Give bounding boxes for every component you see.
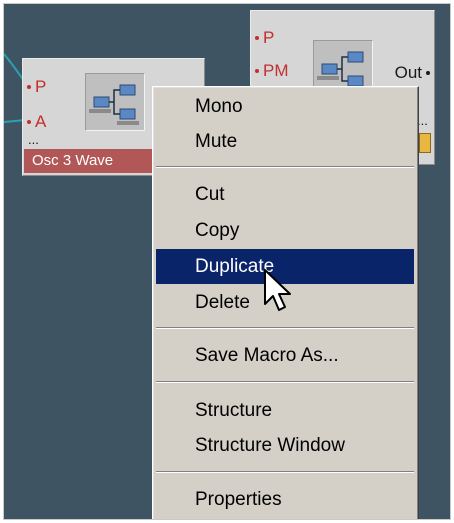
port-label: A xyxy=(35,112,47,131)
menu-separator xyxy=(156,381,414,383)
menu-item-structure-window[interactable]: Structure Window xyxy=(156,428,414,463)
port-label: PM xyxy=(263,61,289,80)
menu-item-structure[interactable]: Structure xyxy=(156,393,414,428)
port-p-right[interactable]: P xyxy=(255,29,274,47)
port-out[interactable]: Out xyxy=(395,64,430,82)
menu-separator xyxy=(156,471,414,473)
menu-item-mono[interactable]: Mono xyxy=(156,89,414,124)
port-label: P xyxy=(35,77,47,96)
port-a[interactable]: A xyxy=(27,113,46,131)
port-pm[interactable]: PM xyxy=(255,62,289,80)
menu-item-cut[interactable]: Cut xyxy=(156,177,414,212)
menu-item-mute[interactable]: Mute xyxy=(156,124,414,159)
macro-structure-icon xyxy=(85,73,145,131)
menu-separator xyxy=(156,166,414,168)
port-label: P xyxy=(263,28,275,47)
port-label: Out xyxy=(394,63,422,82)
arrow-cursor-icon xyxy=(264,269,291,311)
port-p[interactable]: P xyxy=(27,78,46,96)
module-more: ... xyxy=(28,132,39,147)
menu-item-save-macro-as[interactable]: Save Macro As... xyxy=(156,338,414,373)
menu-item-copy[interactable]: Copy xyxy=(156,213,414,248)
menu-item-properties[interactable]: Properties xyxy=(156,482,414,517)
menu-separator xyxy=(156,327,414,329)
structure-canvas[interactable]: P PM Out ... P A ... Osc 3 Wave Mono Mut… xyxy=(3,3,451,520)
module-level-indicator xyxy=(419,133,431,153)
